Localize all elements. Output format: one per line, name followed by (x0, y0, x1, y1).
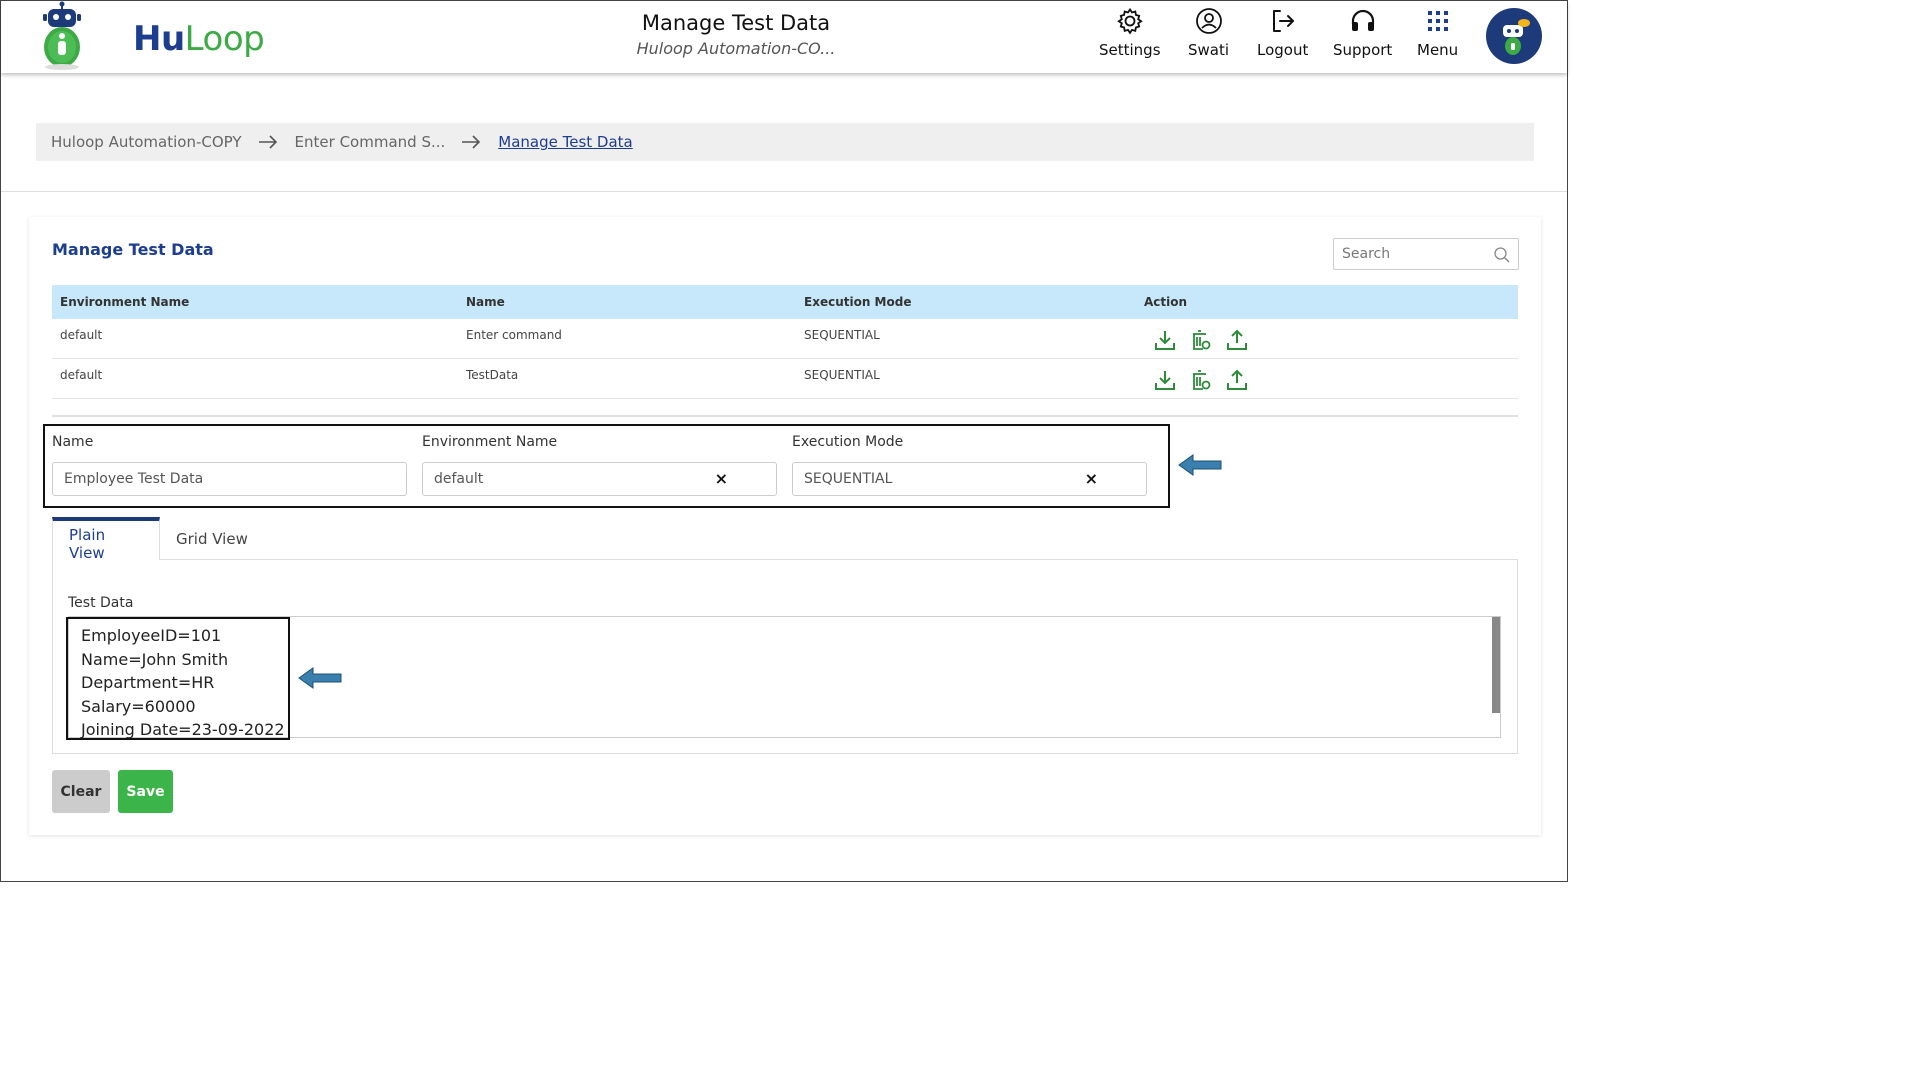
nav-menu[interactable]: Menu (1417, 7, 1458, 67)
name-field-value: Employee Test Data (64, 471, 204, 487)
app-header: HuLoop Manage Test Data Huloop Automatio… (1, 1, 1567, 73)
delete-icon[interactable] (1190, 369, 1212, 391)
upload-icon[interactable] (1226, 369, 1248, 391)
section-title: Manage Test Data (52, 240, 214, 259)
search-input[interactable] (1334, 239, 1484, 269)
column-header-name[interactable]: Name (458, 295, 796, 309)
cell-execution-mode: SEQUENTIAL (804, 368, 880, 382)
row-actions (1136, 359, 1518, 391)
tab-grid-view[interactable]: Grid View (160, 517, 264, 560)
test-data-line: Name=John Smith (81, 649, 229, 669)
search-icon[interactable] (1493, 246, 1511, 264)
test-data-line: EmployeeID=101 (81, 626, 222, 645)
callout-arrow-icon (1178, 454, 1222, 476)
nav-support-label: Support (1333, 41, 1393, 59)
gear-icon (1116, 7, 1143, 35)
execution-mode-label: Execution Mode (792, 434, 904, 450)
assistant-bot-avatar[interactable] (1486, 8, 1542, 64)
nav-settings[interactable]: Settings (1099, 7, 1161, 67)
save-button[interactable]: Save (118, 770, 173, 813)
test-data-line: Salary=60000 (81, 696, 196, 716)
scrollbar[interactable] (1492, 617, 1500, 713)
cell-execution-mode: SEQUENTIAL (804, 328, 880, 342)
callout-arrow-icon (298, 667, 342, 689)
column-header-action: Action (1144, 295, 1188, 309)
environment-select[interactable]: default × (422, 462, 777, 496)
breadcrumb-item-command[interactable]: Enter Command S... (295, 133, 446, 151)
manage-test-data-card: Manage Test Data Environment Name Name E… (29, 217, 1541, 835)
divider (1, 191, 1567, 192)
name-field[interactable]: Employee Test Data (52, 462, 407, 496)
nav-support[interactable]: Support (1333, 7, 1392, 67)
highlight-box-test-data: EmployeeID=101 Name=John Smith Departmen… (66, 617, 290, 740)
download-icon[interactable] (1154, 329, 1176, 351)
divider (52, 415, 1518, 417)
table-row[interactable]: default TestData SEQUENTIAL (52, 359, 1518, 399)
environment-select-value: default (434, 471, 484, 487)
logout-icon (1272, 10, 1294, 32)
upload-icon[interactable] (1226, 329, 1248, 351)
table-header: Environment Name Name Execution Mode Act… (52, 285, 1518, 319)
tab-plain-view[interactable]: Plain View (52, 517, 160, 562)
execution-mode-select-value: SEQUENTIAL (804, 471, 893, 487)
delete-icon[interactable] (1190, 329, 1212, 351)
column-header-environment[interactable]: Environment Name (52, 295, 458, 309)
headset-icon (1351, 9, 1374, 31)
user-avatar-icon (1195, 8, 1222, 34)
breadcrumb-item-project[interactable]: Huloop Automation-COPY (51, 133, 242, 151)
cell-name: Enter command (466, 328, 562, 342)
test-data-line: Joining Date=23-09-2022 (81, 720, 285, 740)
environment-label: Environment Name (422, 434, 558, 450)
nav-user[interactable]: Swati (1188, 7, 1229, 67)
test-data-label: Test Data (68, 595, 134, 611)
arrow-right-icon (461, 135, 481, 149)
nav-settings-label: Settings (1099, 41, 1161, 59)
grid-menu-icon (1427, 11, 1448, 31)
nav-logout-label: Logout (1257, 41, 1309, 59)
column-header-execution-mode[interactable]: Execution Mode (796, 295, 1136, 309)
test-data-table: Environment Name Name Execution Mode Act… (52, 285, 1518, 399)
cell-environment: default (60, 368, 103, 382)
clear-icon[interactable]: × (715, 463, 728, 495)
row-actions (1136, 319, 1518, 351)
cell-environment: default (60, 328, 103, 342)
cell-name: TestData (466, 368, 519, 382)
table-row[interactable]: default Enter command SEQUENTIAL (52, 319, 1518, 359)
search-box (1333, 238, 1519, 270)
breadcrumb: Huloop Automation-COPY Enter Command S..… (36, 123, 1534, 161)
arrow-right-icon (258, 135, 278, 149)
name-label: Name (52, 434, 94, 450)
clear-icon[interactable]: × (1085, 463, 1098, 495)
nav-user-label: Swati (1188, 41, 1230, 59)
clear-button[interactable]: Clear (52, 770, 110, 813)
test-data-line: Department=HR (81, 673, 215, 693)
project-subtitle: Huloop Automation-CO... (636, 39, 836, 58)
execution-mode-select[interactable]: SEQUENTIAL × (792, 462, 1147, 496)
breadcrumb-item-current[interactable]: Manage Test Data (498, 133, 632, 151)
download-icon[interactable] (1154, 369, 1176, 391)
page-title: Manage Test Data (641, 11, 831, 35)
nav-menu-label: Menu (1417, 41, 1459, 59)
chatbot-icon (1503, 19, 1530, 55)
nav-logout[interactable]: Logout (1257, 7, 1308, 67)
